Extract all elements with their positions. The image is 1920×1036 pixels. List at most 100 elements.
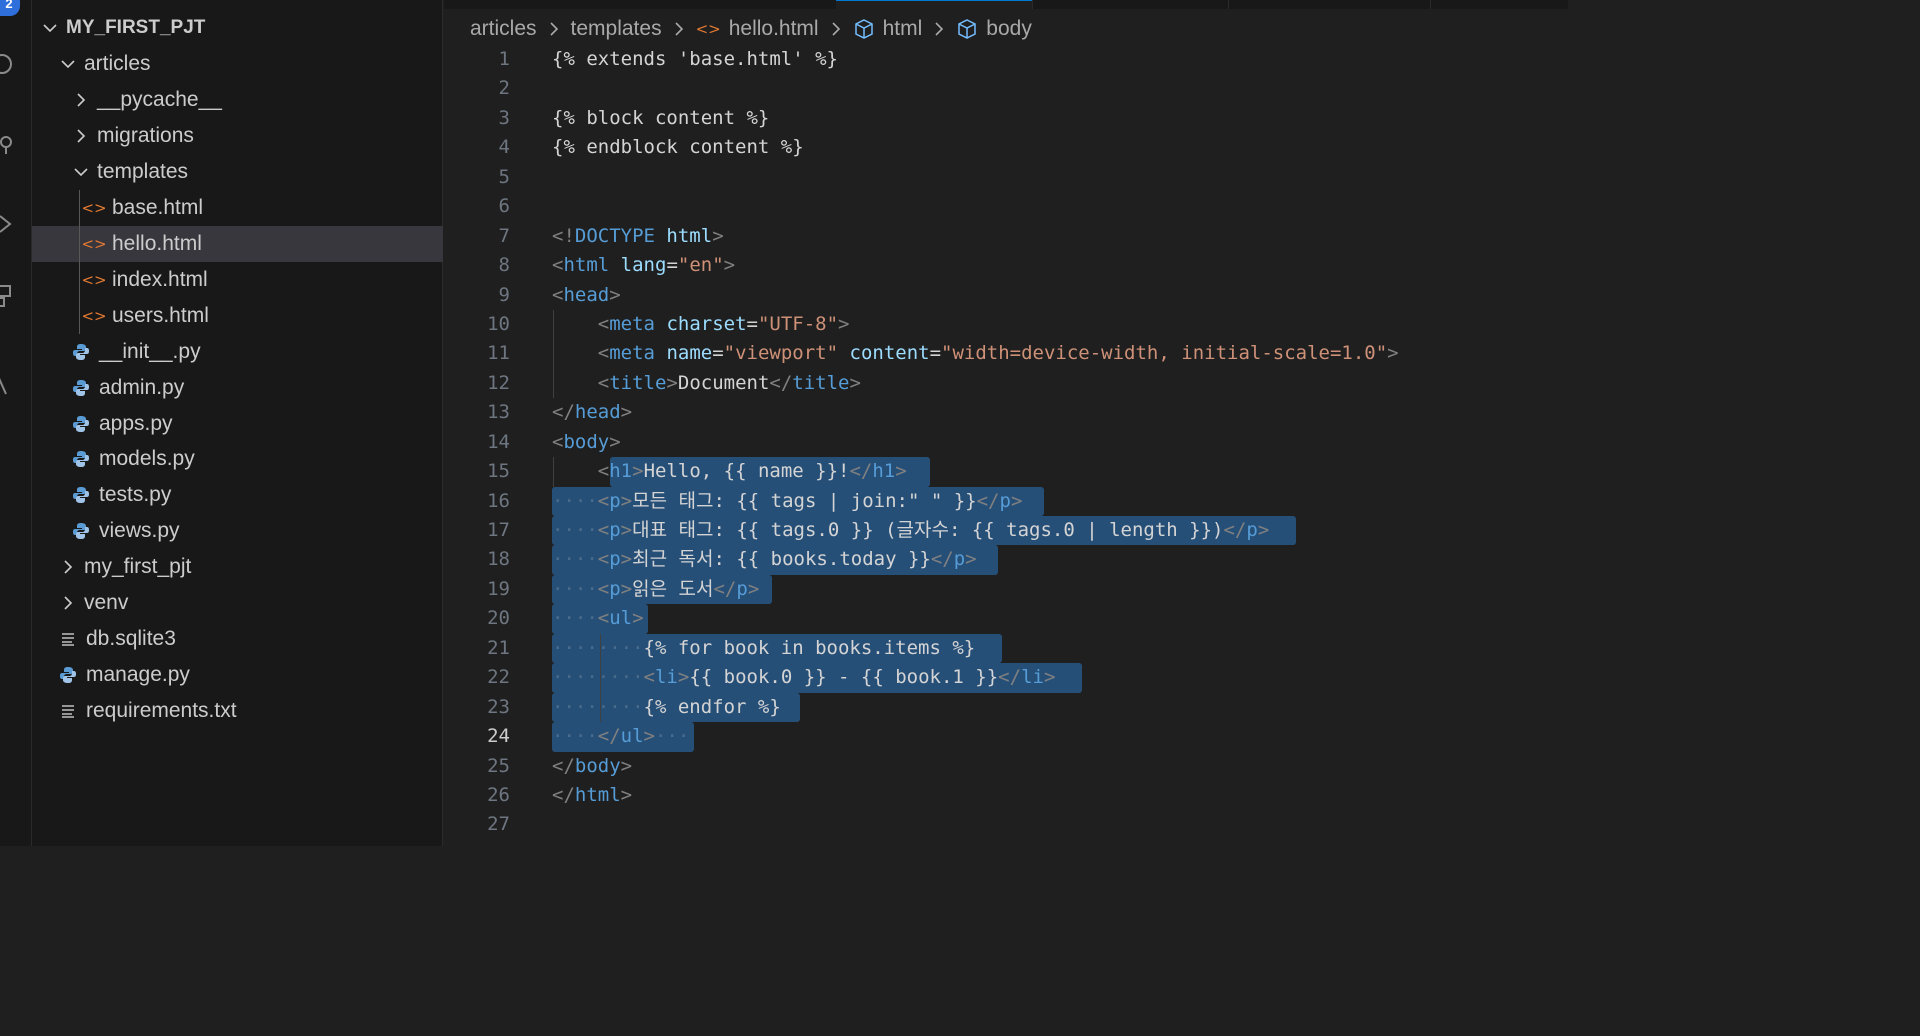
- token-br: <: [597, 460, 610, 483]
- code-line[interactable]: 6: [444, 192, 1568, 221]
- breadcrumb-item[interactable]: html: [853, 17, 922, 41]
- code-line[interactable]: 12 <title>Document</title>: [444, 369, 1568, 398]
- code-text: ····<p>최근 독서: {{ books.today }}</p>: [552, 545, 977, 574]
- code-text: <head>: [552, 281, 621, 310]
- extensions-icon[interactable]: [0, 284, 16, 308]
- token-dot: ····: [552, 548, 598, 571]
- line-number: 22: [487, 666, 510, 689]
- tree-file-users-html[interactable]: <> users.html: [32, 298, 443, 334]
- breadcrumb-label: hello.html: [728, 17, 819, 40]
- code-line[interactable]: 13 </head>: [444, 398, 1568, 427]
- code-line[interactable]: 10 <meta charset="UTF-8">: [444, 310, 1568, 339]
- token-br: <: [597, 577, 610, 600]
- breadcrumb-item[interactable]: templates: [571, 17, 662, 41]
- breadcrumb-label: templates: [570, 17, 662, 40]
- breadcrumb-label: body: [986, 17, 1032, 40]
- code-text: {% block content %}: [552, 104, 769, 133]
- tree-file-index-html[interactable]: <> index.html: [32, 262, 443, 298]
- code-line[interactable]: 18 ····<p>최근 독서: {{ books.today }}</p>: [444, 545, 1568, 575]
- token-text: 모든 태그: {{ tags | join:" " }}: [632, 489, 977, 512]
- token-tag: body: [563, 430, 610, 453]
- token-br: >: [1010, 489, 1023, 512]
- code-line[interactable]: 21 ········{% for book in books.items %}: [444, 633, 1568, 664]
- token-br: >: [965, 548, 977, 571]
- tree-file-db-sqlite3[interactable]: db.sqlite3: [32, 621, 443, 657]
- tree-folder-templates[interactable]: templates: [32, 154, 443, 190]
- code-line[interactable]: 4 {% endblock content %}: [444, 133, 1568, 162]
- chevron-down-icon: [58, 54, 78, 74]
- tree-folder-migrations[interactable]: migrations: [32, 118, 443, 154]
- token-tag: h1: [609, 460, 633, 483]
- token-br: >: [849, 371, 861, 394]
- tree-file-manage-py[interactable]: manage.py: [32, 657, 443, 693]
- symbol-element-icon: [956, 18, 978, 40]
- source-control-icon[interactable]: [0, 132, 16, 156]
- line-number: 15: [487, 460, 510, 483]
- token-tag: p: [953, 548, 966, 571]
- code-line[interactable]: 16 ····<p>모든 태그: {{ tags | join:" " }}</p…: [444, 486, 1568, 516]
- tree-file-admin-py[interactable]: admin.py: [32, 370, 443, 406]
- tree-folder-my-first-pjt[interactable]: my_first_pjt: [32, 549, 443, 585]
- token-tag: p: [736, 577, 748, 600]
- code-line[interactable]: 26 </html>: [444, 781, 1568, 810]
- tree-file-requirements-txt[interactable]: requirements.txt: [32, 693, 443, 729]
- code-line[interactable]: 15 <h1>Hello, {{ name }}!</h1>: [444, 457, 1568, 487]
- breadcrumb-item[interactable]: <> hello.html: [696, 17, 819, 41]
- code-line[interactable]: 20 ····<ul>: [444, 604, 1568, 634]
- code-line[interactable]: 23 ········{% endfor %}: [444, 692, 1568, 723]
- explorer-root[interactable]: MY_FIRST_PJT: [32, 10, 443, 46]
- chevron-right-icon: [670, 20, 688, 38]
- python-file-icon: [71, 343, 91, 361]
- breadcrumb-item[interactable]: articles: [470, 17, 537, 41]
- run-debug-icon[interactable]: [0, 212, 16, 236]
- testing-icon[interactable]: [0, 372, 16, 396]
- token-text: {% endfor %}: [643, 695, 781, 718]
- token-br: </: [552, 401, 575, 424]
- token-dot: ····: [552, 607, 598, 630]
- code-line[interactable]: 19 ····<p>읽은 도서</p>: [444, 574, 1568, 605]
- token-str: "width=device-width, initial-scale=1.0": [941, 342, 1388, 365]
- code-line[interactable]: 22 ········<li>{{ book.0 }} - {{ book.1 }…: [444, 663, 1568, 693]
- code-line[interactable]: 1 {% extends 'base.html' %}: [444, 45, 1568, 74]
- code-line[interactable]: 3 {% block content %}: [444, 104, 1568, 133]
- code-line[interactable]: 25 </body>: [444, 752, 1568, 781]
- code-line[interactable]: 9 <head>: [444, 281, 1568, 310]
- tree-file-base-html[interactable]: <> base.html: [32, 190, 443, 226]
- code-line[interactable]: 17 ····<p>대표 태그: {{ tags.0 }} (글자수: {{ ta…: [444, 516, 1568, 546]
- tree-file-tests-py[interactable]: tests.py: [32, 477, 443, 513]
- tree-file-apps-py[interactable]: apps.py: [32, 406, 443, 442]
- line-number: 6: [498, 195, 510, 218]
- code-line[interactable]: 14 <body>: [444, 428, 1568, 457]
- tree-file-init-py[interactable]: __init__.py: [32, 334, 443, 370]
- tree-folder-pycache[interactable]: __pycache__: [32, 82, 443, 118]
- tree-folder-venv[interactable]: venv: [32, 585, 443, 621]
- line-number: 8: [498, 254, 510, 277]
- code-line[interactable]: 2: [444, 74, 1568, 103]
- token-dot: ········: [552, 666, 644, 689]
- code-text: ····<p>읽은 도서</p>: [552, 575, 759, 604]
- chevron-right-icon: [545, 20, 563, 38]
- breadcrumb-item[interactable]: body: [956, 17, 1032, 41]
- token-br: >: [723, 254, 736, 277]
- tree-file-views-py[interactable]: views.py: [32, 513, 443, 549]
- tree-item-label: tests.py: [99, 483, 172, 507]
- code-text: ········{% for book in books.items %}: [552, 634, 975, 663]
- activity-bar: 2: [0, 0, 32, 846]
- tree-file-hello-html[interactable]: <> hello.html: [32, 225, 443, 262]
- line-number: 17: [487, 519, 510, 541]
- code-text: ····<p>모든 태그: {{ tags | join:" " }}</p>: [552, 487, 1022, 516]
- code-editor[interactable]: 1 {% extends 'base.html' %} 2 3 {% block con…: [444, 45, 1568, 840]
- code-line[interactable]: 7 <!DOCTYPE html>: [444, 222, 1568, 251]
- token-text: Document: [677, 371, 770, 394]
- code-line[interactable]: 11 <meta name="viewport" content="width=…: [444, 339, 1568, 368]
- search-icon[interactable]: [0, 52, 16, 76]
- notification-badge[interactable]: 2: [0, 0, 20, 16]
- tree-file-models-py[interactable]: models.py: [32, 441, 443, 477]
- code-line[interactable]: 8 <html lang="en">: [444, 251, 1568, 280]
- tree-folder-articles[interactable]: articles: [32, 46, 443, 82]
- code-line[interactable]: 24 ····</ul>···: [444, 722, 1568, 752]
- line-number: 12: [487, 371, 510, 394]
- code-line[interactable]: 5: [444, 163, 1568, 192]
- code-line[interactable]: 27: [444, 810, 1568, 839]
- tab-hello-html[interactable]: [836, 0, 1032, 9]
